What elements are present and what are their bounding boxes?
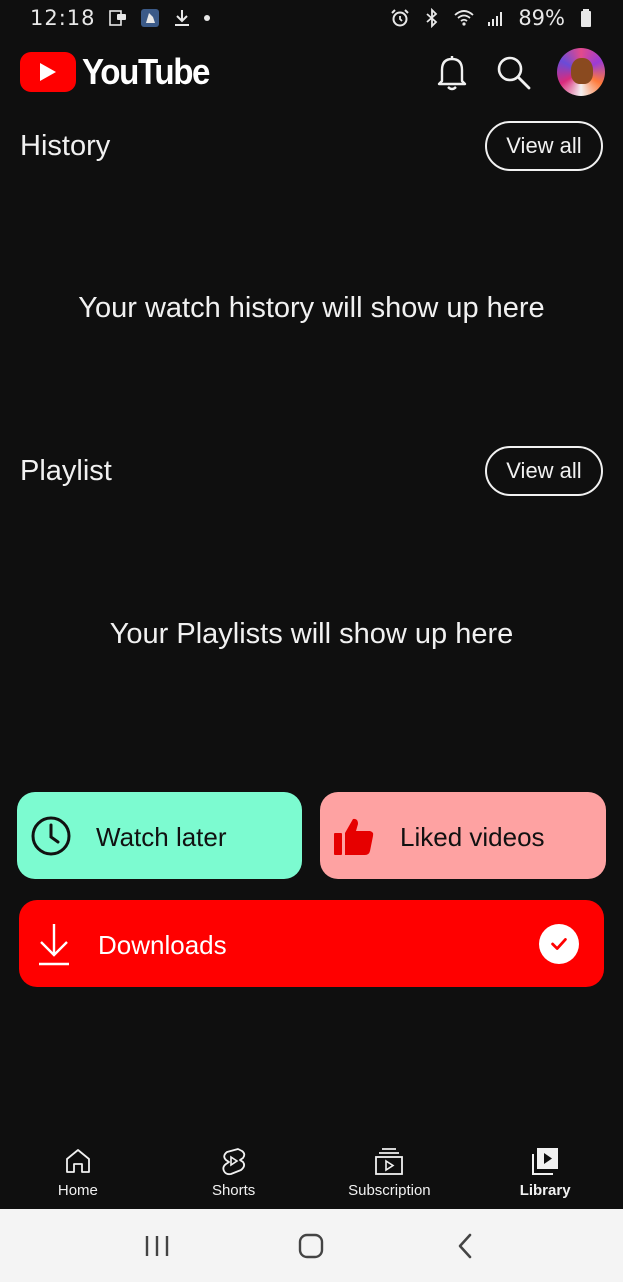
thumbs-up-icon — [333, 816, 375, 856]
bell-icon — [437, 56, 467, 91]
status-left: 12:18 — [30, 6, 210, 30]
clock-icon — [30, 815, 72, 857]
nav-home[interactable]: Home — [0, 1138, 156, 1208]
youtube-play-logo-icon — [20, 52, 76, 92]
downloads-label: Downloads — [98, 930, 227, 960]
home-system-button[interactable] — [286, 1221, 336, 1271]
notification-icon — [108, 8, 128, 28]
battery-icon — [577, 8, 597, 28]
home-icon — [65, 1149, 90, 1173]
download-status-icon — [172, 8, 192, 28]
battery-percentage: 89% — [518, 6, 565, 30]
recent-apps-icon — [145, 1235, 169, 1256]
signal-icon — [486, 8, 506, 28]
app-notification-icon — [140, 8, 160, 28]
bottom-navigation: Home Shorts Subscription Library — [0, 1138, 623, 1208]
status-right: 89% — [390, 6, 597, 30]
shorts-icon — [222, 1148, 245, 1176]
history-title: History — [20, 130, 111, 162]
nav-library-label: Library — [519, 1182, 571, 1199]
nav-shorts-label: Shorts — [211, 1182, 256, 1199]
alarm-icon — [390, 8, 410, 28]
downloads-check-icon — [539, 924, 579, 964]
library-icon — [532, 1148, 559, 1175]
playlist-view-all-button[interactable]: View all — [485, 446, 603, 496]
youtube-logo[interactable]: YouTube — [20, 51, 220, 93]
account-avatar[interactable] — [557, 48, 605, 96]
status-time: 12:18 — [30, 6, 96, 30]
playlist-empty-message: Your Playlists will show up here — [109, 618, 514, 650]
bluetooth-icon — [422, 8, 442, 28]
more-notifications-dot-icon — [203, 15, 210, 21]
nav-library[interactable]: Library — [467, 1138, 623, 1208]
app-header: YouTube — [0, 42, 623, 102]
subscriptions-icon — [375, 1148, 404, 1175]
status-bar: 12:18 89% — [0, 0, 623, 36]
history-view-all-button[interactable]: View all — [485, 121, 603, 171]
logo-wordmark: YouTube — [82, 51, 210, 92]
liked-videos-label: Liked videos — [400, 822, 545, 852]
nav-subscriptions-label: Subscription — [348, 1182, 431, 1199]
download-icon — [37, 922, 71, 966]
wifi-icon — [454, 8, 474, 28]
nav-subscriptions[interactable]: Subscription — [312, 1138, 468, 1208]
notifications-button[interactable] — [428, 48, 476, 96]
nav-shorts[interactable]: Shorts — [156, 1138, 312, 1208]
recent-apps-button[interactable] — [132, 1221, 182, 1271]
home-square-icon — [299, 1233, 324, 1258]
liked-videos-tile[interactable]: Liked videos — [320, 792, 606, 879]
nav-home-label: Home — [57, 1182, 98, 1199]
history-empty-message: Your watch history will show up here — [78, 292, 545, 324]
downloads-tile[interactable]: Downloads — [19, 900, 604, 987]
system-navigation-bar — [0, 1209, 623, 1282]
search-button[interactable] — [489, 48, 537, 96]
watch-later-label: Watch later — [96, 822, 227, 852]
playlist-title: Playlist — [20, 455, 112, 487]
watch-later-tile[interactable]: Watch later — [17, 792, 302, 879]
back-button[interactable] — [441, 1221, 491, 1271]
search-icon — [497, 56, 531, 90]
back-chevron-icon — [458, 1233, 472, 1258]
